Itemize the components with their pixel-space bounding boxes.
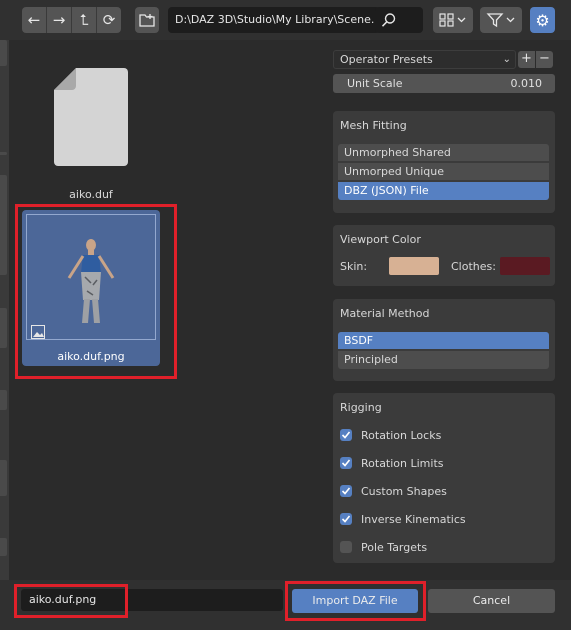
file-item[interactable]: aiko.duf [20, 62, 162, 204]
navigation-button-group: ← → ⮤ ⟳ [22, 7, 121, 33]
mesh-fitting-option[interactable]: Unmorped Unique [338, 163, 549, 181]
refresh-icon: ⟳ [102, 11, 116, 29]
checkmark-icon [340, 485, 352, 497]
highlight-box-import-button [285, 581, 426, 621]
mesh-fitting-option-selected[interactable]: DBZ (JSON) File [338, 182, 549, 200]
clothes-color-label: Clothes: [451, 260, 496, 273]
display-mode-dropdown[interactable] [433, 7, 473, 33]
pole-targets-checkbox[interactable]: Pole Targets [340, 539, 427, 555]
settings-toggle-button[interactable]: ⚙ [530, 7, 555, 33]
filter-dropdown[interactable] [480, 7, 522, 33]
unchecked-box-icon [340, 541, 352, 553]
checkmark-icon [340, 457, 352, 469]
side-tab[interactable] [0, 175, 7, 275]
new-folder-button[interactable] [135, 7, 159, 33]
mesh-fitting-title: Mesh Fitting [340, 119, 407, 132]
filter-funnel-icon [486, 13, 515, 28]
checkbox-label: Pole Targets [361, 540, 428, 554]
arrow-right-icon: → [52, 11, 66, 29]
file-name: aiko.duf [69, 188, 113, 201]
skin-color-label: Skin: [340, 260, 368, 273]
unit-scale-label: Unit Scale [347, 77, 403, 90]
checkbox-label: Custom Shapes [361, 484, 447, 498]
cancel-button[interactable]: Cancel [428, 589, 555, 613]
file-browser-toolbar: ← → ⮤ ⟳ D:\DAZ 3D\Studio\My Library\Scen… [0, 0, 571, 40]
checkbox-label: Inverse Kinematics [361, 512, 466, 526]
highlight-box-selected-file [15, 204, 177, 379]
parent-directory-button[interactable]: ⮤ [72, 7, 97, 33]
rigging-section: Rigging Rotation Locks Rotation Limits C… [333, 393, 555, 563]
side-divider [0, 152, 7, 155]
custom-shapes-checkbox[interactable]: Custom Shapes [340, 483, 447, 499]
add-preset-button[interactable]: + [518, 51, 535, 68]
unit-scale-value: 0.010 [510, 77, 543, 90]
checkmark-icon [340, 429, 352, 441]
material-method-option[interactable]: Principled [338, 351, 549, 369]
side-tab[interactable] [0, 538, 7, 556]
side-tab[interactable] [0, 460, 7, 496]
rotation-limits-checkbox[interactable]: Rotation Limits [340, 455, 444, 471]
document-file-icon [54, 68, 128, 166]
material-method-title: Material Method [340, 307, 430, 320]
thumbnails-grid-icon [439, 13, 466, 27]
material-method-section: Material Method BSDF Principled [333, 299, 555, 381]
forward-button[interactable]: → [47, 7, 72, 33]
unit-scale-field[interactable]: Unit Scale 0.010 [333, 74, 555, 93]
checkbox-label: Rotation Limits [361, 456, 444, 470]
viewport-color-title: Viewport Color [340, 233, 421, 246]
search-icon [381, 13, 396, 27]
mesh-fitting-option[interactable]: Unmorphed Shared [338, 144, 549, 162]
side-tab[interactable] [0, 308, 7, 348]
inverse-kinematics-checkbox[interactable]: Inverse Kinematics [340, 511, 466, 527]
rigging-title: Rigging [340, 401, 382, 414]
back-button[interactable]: ← [22, 7, 47, 33]
chevron-down-icon: ⌄ [502, 54, 511, 65]
operator-presets-dropdown[interactable]: Operator Presets ⌄ [333, 50, 516, 69]
highlight-box-filename [14, 584, 128, 618]
remove-preset-button[interactable]: − [536, 51, 553, 68]
refresh-button[interactable]: ⟳ [97, 7, 121, 33]
rotation-locks-checkbox[interactable]: Rotation Locks [340, 427, 441, 443]
side-tab[interactable] [0, 40, 7, 66]
side-tab[interactable] [0, 390, 7, 410]
collapsed-side-region [0, 40, 9, 580]
skin-color-swatch[interactable] [389, 257, 439, 275]
mesh-fitting-section: Mesh Fitting Unmorphed Shared Unmorped U… [333, 111, 555, 213]
directory-path-field[interactable]: D:\DAZ 3D\Studio\My Library\Scene... [168, 7, 380, 33]
parent-directory-icon: ⮤ [79, 11, 89, 29]
clothes-color-swatch[interactable] [500, 257, 550, 275]
checkmark-icon [340, 513, 352, 525]
arrow-left-icon: ← [27, 11, 41, 29]
gear-icon: ⚙ [535, 10, 550, 30]
viewport-color-section: Viewport Color Skin: Clothes: [333, 225, 555, 286]
operator-presets-label: Operator Presets [340, 53, 433, 66]
checkbox-label: Rotation Locks [361, 428, 442, 442]
material-method-option-selected[interactable]: BSDF [338, 332, 549, 350]
filter-search-field[interactable] [375, 7, 423, 33]
new-folder-icon [139, 14, 155, 27]
